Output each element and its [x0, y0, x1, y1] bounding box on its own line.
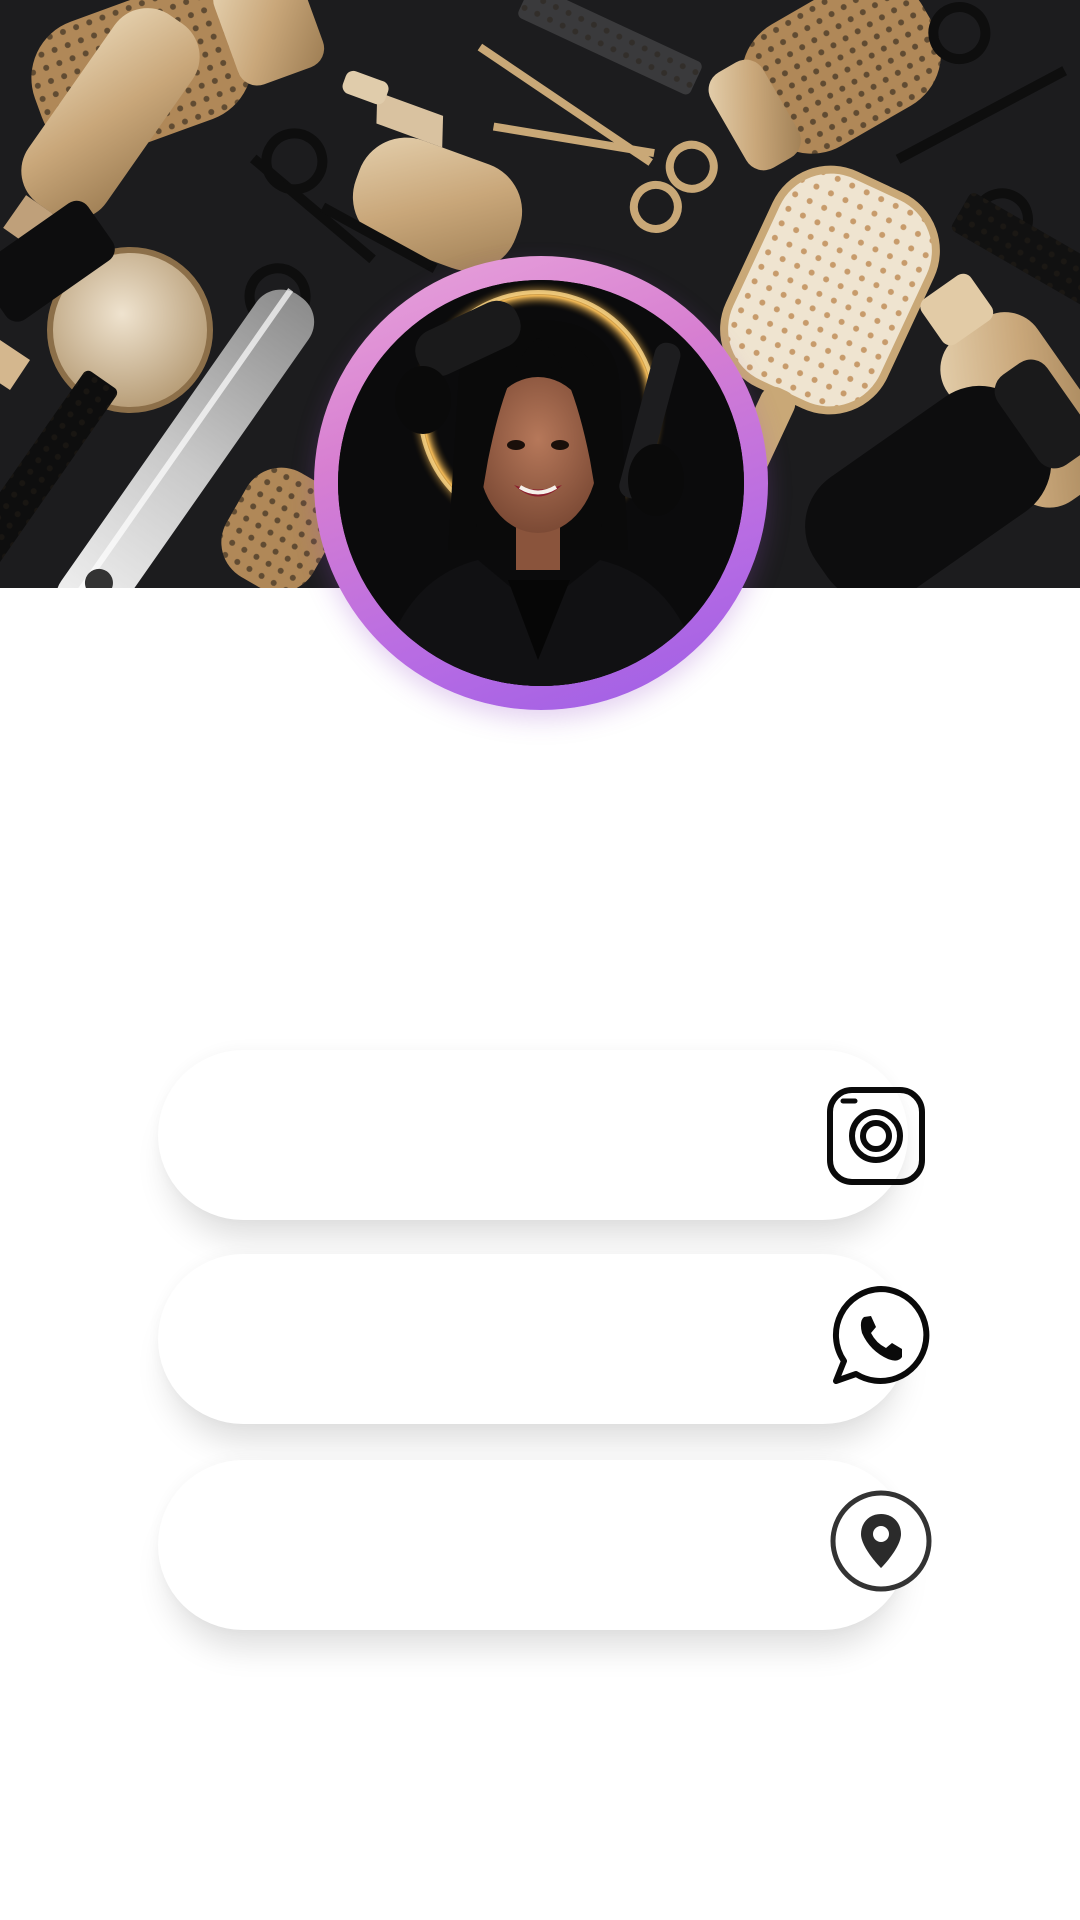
whatsapp-link-button[interactable]	[158, 1254, 908, 1424]
link-list	[0, 0, 1080, 1920]
location-link-button[interactable]	[158, 1460, 908, 1630]
map-pin-icon[interactable]	[826, 1486, 936, 1596]
link-in-bio-page	[0, 0, 1080, 1920]
whatsapp-icon[interactable]	[826, 1281, 936, 1391]
instagram-link-button[interactable]	[158, 1050, 908, 1220]
instagram-icon[interactable]	[821, 1081, 931, 1191]
